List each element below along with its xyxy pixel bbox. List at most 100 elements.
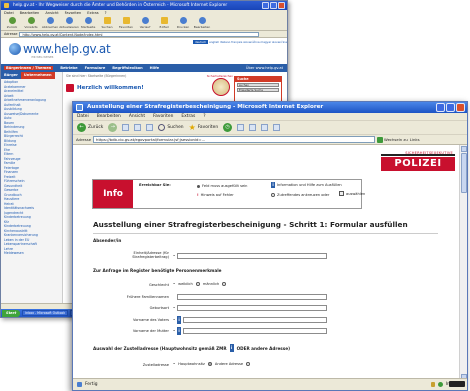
mail-icon[interactable] — [237, 124, 245, 131]
edit-icon[interactable] — [261, 124, 269, 131]
required-dot-icon: • — [173, 318, 176, 322]
scroll-thumb[interactable] — [461, 153, 467, 193]
refresh-icon[interactable] — [134, 124, 142, 131]
print-icon[interactable] — [249, 124, 257, 131]
gender-male-label: männlich — [202, 282, 220, 286]
page-title: Ausstellung einer Strafregisterbescheini… — [93, 220, 408, 229]
nav-glossary[interactable]: Begriffslexikon — [112, 66, 142, 70]
language-current[interactable]: deutsch — [193, 40, 209, 44]
close-icon[interactable] — [456, 103, 465, 112]
menu-favorites[interactable]: Favoriten — [153, 113, 173, 120]
home-icon[interactable] — [146, 124, 154, 131]
menu-file[interactable]: Datei — [4, 10, 14, 16]
front-window-titlebar[interactable]: Ausstellung einer Strafregisterbescheini… — [73, 102, 467, 113]
start-button[interactable]: Start — [2, 309, 21, 317]
maximize-icon[interactable] — [446, 103, 455, 112]
forward-button[interactable]: Vorwärts — [23, 17, 39, 29]
sidebar-tab-business[interactable]: Unternehmen — [20, 72, 55, 79]
search-submit-button[interactable]: suchen — [237, 83, 279, 87]
edit-button[interactable]: Bearbeiten — [194, 17, 210, 29]
star-icon: ★ — [188, 122, 196, 132]
vertical-scrollbar[interactable] — [459, 145, 467, 381]
front-address-input[interactable]: https://bdb.cio.gv.at/egovportal/formula… — [93, 136, 376, 143]
delivery-main-label: Hauptwohnsitz — [178, 362, 205, 366]
delivery-main-radio[interactable] — [207, 362, 212, 366]
nav-business[interactable]: Betriebe — [60, 66, 77, 70]
menu-tools[interactable]: Extras — [181, 113, 195, 120]
maximize-icon[interactable] — [270, 2, 277, 9]
site-main-nav: Bürgerinnen / Themen Betriebe Formulare … — [1, 64, 287, 72]
menu-favorites[interactable]: Favoriten — [65, 10, 82, 16]
search-button[interactable]: Suchen — [99, 17, 115, 29]
stop-icon[interactable] — [122, 124, 130, 131]
minimize-icon[interactable] — [262, 2, 269, 9]
nav-citizens[interactable]: Bürgerinnen / Themen — [4, 66, 54, 70]
edit-icon — [198, 17, 206, 24]
menu-edit[interactable]: Bearbeiten — [20, 10, 40, 16]
label-former-names: Frühere Familiennamen — [126, 295, 169, 299]
forward-arrow-icon[interactable]: → — [108, 123, 118, 132]
site-header: www.help.gv.at IHR WEG WEISER deutsch en… — [1, 38, 287, 64]
nav-about[interactable]: Über www.help.gv.at — [246, 66, 283, 70]
minimize-icon[interactable] — [436, 103, 445, 112]
gender-male-radio[interactable] — [222, 282, 227, 286]
mother-name-input[interactable] — [183, 328, 327, 334]
mail-button[interactable]: E-Mail — [156, 17, 172, 29]
menu-help[interactable]: ? — [105, 10, 107, 16]
language-links[interactable]: english italiano français slovenščina ma… — [209, 40, 287, 44]
label-delivery: Zustelladresse — [142, 363, 169, 367]
refresh-button[interactable]: Aktualisieren — [59, 17, 79, 29]
gender-female-radio[interactable] — [195, 282, 200, 286]
history-icon[interactable]: ◷ — [223, 123, 233, 132]
taskbar-item-outlook[interactable]: Inbox - Microsoft Outlook — [22, 310, 69, 316]
site-logo[interactable]: www.help.gv.at — [9, 42, 111, 56]
menu-edit[interactable]: Bearbeiten — [97, 113, 121, 120]
home-button[interactable]: Startseite — [80, 17, 96, 29]
back-address-input[interactable]: http://www.help.gv.at/Content.Node/index… — [19, 31, 260, 37]
back-button[interactable]: ← Zurück — [77, 123, 103, 132]
delivery-other-radio[interactable] — [246, 362, 251, 366]
menu-view[interactable]: Ansicht — [129, 113, 145, 120]
menu-help[interactable]: ? — [203, 113, 205, 120]
print-button[interactable]: Drucken — [175, 17, 191, 29]
father-name-input[interactable] — [183, 317, 327, 323]
label-address: Einheit/Adresse (für Strafregisterbeitra… — [132, 251, 169, 259]
row-gender: Geschlecht • weiblich männlich — [93, 281, 423, 289]
search-button[interactable]: Suchen — [158, 124, 184, 131]
former-names-input[interactable] — [177, 294, 327, 300]
police-logo: POLIZEI — [381, 154, 455, 171]
sidebar-tab-citizens[interactable]: Bürger — [1, 72, 21, 79]
nav-forms[interactable]: Formulare — [85, 66, 106, 70]
scroll-up-icon[interactable] — [461, 146, 467, 152]
close-icon[interactable] — [278, 2, 285, 9]
front-browser-window[interactable]: Ausstellung einer Strafregisterbescheini… — [72, 101, 468, 391]
history-button[interactable]: Verlauf — [137, 17, 153, 29]
address-input[interactable] — [177, 253, 327, 259]
favorites-button[interactable]: Favoriten — [118, 17, 134, 29]
label-father: Vorname des Vaters — [133, 318, 169, 322]
stop-button[interactable]: Abbrechen — [42, 17, 58, 29]
advanced-search-button[interactable]: Erweiterte Suche — [237, 88, 279, 92]
menu-tools[interactable]: Extras — [87, 10, 98, 16]
front-toolbar: ← Zurück → Suchen ★ Favoriten ◷ — [73, 121, 467, 135]
row-address: Einheit/Adresse (für Strafregisterbeitra… — [93, 251, 423, 260]
front-statusbar: Fertig Internet — [73, 378, 467, 390]
menu-file[interactable]: Datei — [77, 113, 89, 120]
back-button[interactable]: Zurück — [4, 17, 20, 29]
favorites-button[interactable]: ★ Favoriten — [188, 122, 219, 132]
links-label[interactable]: Links — [410, 137, 420, 142]
sidebar-item[interactable]: Meldewesen — [4, 251, 59, 256]
delivery-other-label: Andere Adresse — [214, 362, 244, 366]
discuss-icon[interactable] — [273, 124, 281, 131]
back-window-titlebar[interactable]: help.gv.at - Ihr Wegweiser durch die Ämt… — [1, 1, 287, 10]
menu-view[interactable]: Ansicht — [45, 10, 58, 16]
info-icon[interactable]: i — [177, 316, 181, 324]
nav-help[interactable]: Hilfe — [150, 66, 159, 70]
info-icon[interactable]: i — [229, 344, 234, 352]
info-icon[interactable]: i — [177, 327, 181, 335]
mail-icon — [160, 17, 168, 24]
go-button[interactable]: Wechseln zu — [377, 136, 408, 143]
round-image[interactable] — [212, 78, 230, 96]
birthplace-input[interactable] — [177, 305, 327, 311]
info-text: Erreichbar Sie: — [139, 182, 171, 187]
